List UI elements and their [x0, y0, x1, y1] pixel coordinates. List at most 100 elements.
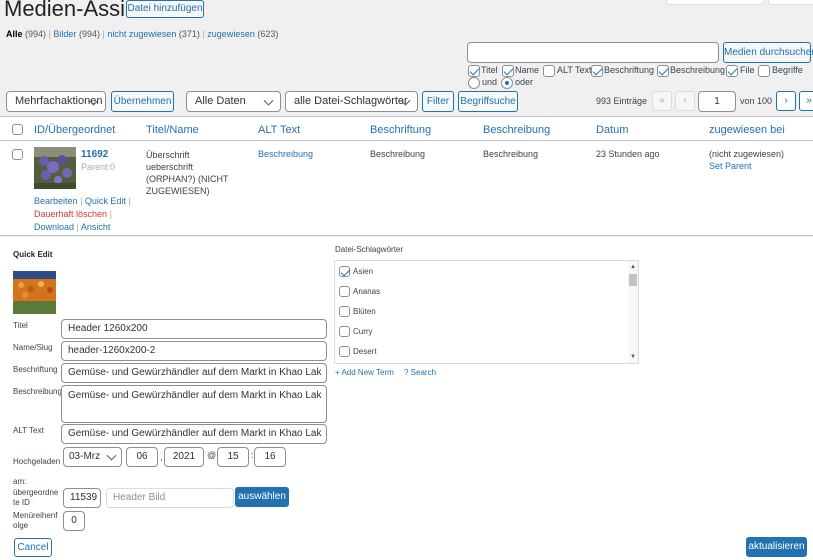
column-header-description[interactable]: Beschreibung [483, 124, 550, 136]
search-option-file-checkbox[interactable] [726, 65, 738, 77]
edit-link[interactable]: Bearbeiten [34, 196, 78, 206]
scroll-down-icon[interactable]: ▼ [630, 354, 636, 360]
search-option-terms-label: Begriffe [772, 65, 803, 75]
parent-id-label: übergeordne te ID [13, 488, 58, 508]
menu-order-input[interactable]: 0 [63, 511, 85, 531]
tag-checkbox[interactable] [339, 286, 350, 297]
add-new-term-link[interactable]: + Add New Term [335, 368, 394, 377]
tag-item[interactable]: Ananas [339, 286, 380, 297]
tag-item[interactable]: Blüten [339, 306, 376, 317]
alt-field-label: ALT Text [13, 426, 44, 435]
menu-order-label-line: olge [13, 521, 29, 530]
filter-all[interactable]: Alle [6, 29, 23, 39]
title-line: ZUGEWIESEN) [146, 186, 210, 196]
search-option-name-checkbox[interactable] [502, 65, 514, 77]
tag-checkbox[interactable] [339, 266, 350, 277]
column-header-attached[interactable]: zugewiesen bei [709, 124, 785, 136]
search-option-titel-checkbox[interactable] [468, 65, 480, 77]
description-field-label: Beschreibung [13, 387, 62, 396]
media-thumbnail[interactable] [34, 147, 76, 189]
update-button[interactable]: aktualisieren [746, 537, 807, 557]
tag-checkbox[interactable] [339, 326, 350, 337]
terms-search-button[interactable]: Begriffsuche [458, 91, 518, 112]
prev-page-button[interactable]: ‹ [675, 91, 695, 111]
current-page-input[interactable]: 1 [698, 91, 736, 112]
slug-input[interactable]: header-1260x200-2 [61, 341, 327, 361]
tag-item[interactable]: Curry [339, 326, 373, 337]
upload-hour-input[interactable]: 15 [217, 447, 249, 467]
column-header-alt[interactable]: ALT Text [258, 124, 300, 136]
parent-id-input[interactable]: 11539 [63, 488, 101, 508]
row-checkbox[interactable] [12, 149, 23, 160]
alt-text-cell[interactable]: Beschreibung [258, 149, 313, 159]
search-connector-or-radio[interactable] [501, 77, 513, 89]
search-option-name-label: Name [515, 65, 540, 75]
upload-minute-input[interactable]: 16 [254, 447, 286, 467]
title-input[interactable]: Header 1260x200 [61, 319, 327, 339]
search-connector-and-radio[interactable] [468, 77, 480, 89]
column-header-date[interactable]: Datum [596, 124, 628, 136]
search-option-caption-checkbox[interactable] [591, 65, 603, 77]
separator: | [202, 29, 205, 39]
filter-unattached[interactable]: nicht zugewiesen [107, 29, 176, 39]
search-option-alt-checkbox[interactable] [543, 65, 555, 77]
add-file-button[interactable]: Datei hinzufügen [126, 0, 204, 18]
quick-edit-thumbnail [13, 271, 56, 314]
filter-all-count: (994) [25, 29, 47, 39]
set-parent-link[interactable]: Set Parent [709, 161, 752, 171]
search-input[interactable] [467, 42, 719, 63]
search-option-terms-checkbox[interactable] [758, 65, 770, 77]
separator: | [48, 29, 51, 39]
filter-button[interactable]: Filter [422, 91, 454, 112]
download-link[interactable]: Download [34, 222, 74, 232]
parent-id-label-line: te ID [13, 498, 30, 507]
last-page-button[interactable]: » [799, 91, 813, 111]
flower-thumbnail-image [34, 147, 76, 189]
uploaded-label: Hochgeladen am: [13, 452, 60, 492]
select-parent-button[interactable]: auswählen [235, 487, 289, 507]
filter-attached[interactable]: zugewiesen [207, 29, 255, 39]
upload-day-input[interactable]: 06 [126, 447, 158, 467]
view-link[interactable]: Ansicht [81, 222, 111, 232]
cancel-button[interactable]: Cancel [14, 538, 52, 557]
help-tab[interactable] [768, 0, 813, 5]
description-textarea[interactable]: Gemüse- und Gewürzhändler auf dem Markt … [61, 385, 327, 423]
upload-year-input[interactable]: 2021 [164, 447, 204, 467]
search-option-description-checkbox[interactable] [657, 65, 669, 77]
tag-label: Blüten [353, 307, 376, 316]
search-option-caption-label: Beschriftung [604, 65, 655, 75]
screen-options-tab[interactable] [666, 0, 764, 5]
scroll-thumb[interactable] [629, 274, 637, 286]
tags-checklist[interactable] [334, 260, 639, 364]
column-header-title[interactable]: Titel/Name [146, 124, 199, 136]
delete-permanently-link[interactable]: Dauerhaft löschen [34, 209, 107, 219]
menu-order-label: Menüreihenf olge [13, 511, 57, 531]
filter-images[interactable]: Bilder [53, 29, 76, 39]
tag-item[interactable]: Desert [339, 346, 377, 357]
search-connector-or-label: oder [515, 77, 534, 87]
quick-edit-link[interactable]: Quick Edit [85, 196, 126, 206]
search-connector-and-label: und [482, 77, 498, 87]
next-page-button[interactable]: › [776, 91, 796, 111]
description-cell: Beschreibung [483, 149, 539, 159]
date-filter-select[interactable]: Alle Daten [186, 91, 281, 112]
upload-month-select[interactable]: 03-Mrz [63, 447, 122, 467]
column-header-caption[interactable]: Beschriftung [370, 124, 431, 136]
apply-button[interactable]: Übernehmen [111, 91, 174, 112]
bulk-action-select[interactable]: Mehrfachaktionen [6, 91, 106, 112]
tag-checkbox[interactable] [339, 306, 350, 317]
select-all-checkbox[interactable] [12, 124, 23, 135]
alt-text-input[interactable]: Gemüse- und Gewürzhändler auf dem Markt … [61, 424, 327, 444]
media-id-link[interactable]: 11692 [81, 149, 108, 160]
tag-item[interactable]: Asien [339, 266, 373, 277]
first-page-button[interactable]: « [652, 91, 672, 111]
search-terms-link[interactable]: ? Search [404, 368, 436, 377]
tag-filter-select[interactable]: alle Datei-Schlagwörter [285, 91, 418, 112]
tags-scrollbar[interactable]: ▲ ▼ [628, 261, 638, 363]
search-media-button[interactable]: Medien durchsuchen [723, 42, 813, 63]
parent-title-input[interactable]: Header Bild [106, 488, 234, 508]
caption-input[interactable]: Gemüse- und Gewürzhändler auf dem Markt … [61, 363, 327, 383]
tag-checkbox[interactable] [339, 346, 350, 357]
scroll-up-icon[interactable]: ▲ [630, 264, 636, 270]
column-header-id[interactable]: ID/Übergeordnet [34, 124, 115, 136]
